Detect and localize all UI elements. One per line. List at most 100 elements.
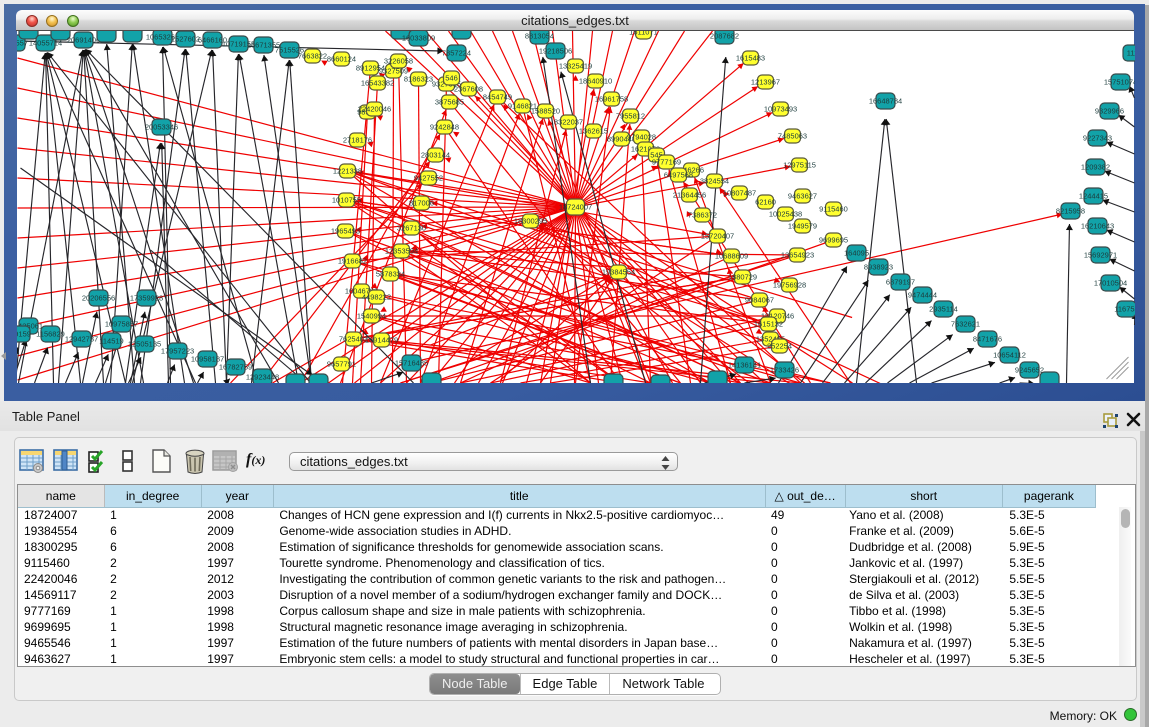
svg-text:3875685: 3875685 [435,98,464,107]
svg-text:9427552: 9427552 [414,174,443,183]
svg-text:18640910: 18640910 [579,77,612,86]
svg-text:9329966: 9329966 [1095,107,1124,116]
svg-text:10654112: 10654112 [993,351,1026,360]
svg-text:18724007: 18724007 [559,203,592,212]
svg-text:9657791: 9657791 [327,360,356,369]
svg-text:8813054: 8813054 [525,32,554,41]
svg-text:1362615: 1362615 [579,127,608,136]
svg-text:2718176: 2718176 [343,136,372,145]
svg-text:7386372: 7386372 [688,211,717,220]
svg-text:7955812: 7955812 [616,112,645,121]
svg-text:7857224: 7857224 [442,49,471,58]
svg-text:5878334: 5878334 [376,270,405,279]
svg-text:18300295: 18300295 [514,217,547,226]
svg-text:546: 546 [445,74,458,83]
svg-text:1010755: 1010755 [332,196,361,205]
svg-text:1209382: 1209382 [1081,163,1110,172]
svg-text:9474444: 9474444 [908,291,937,300]
svg-text:1588520: 1588520 [531,107,560,116]
svg-text:1221338: 1221338 [333,167,362,176]
svg-text:116753: 116753 [1114,305,1135,314]
svg-text:6497568: 6497568 [664,171,693,180]
svg-text:1611071: 1611071 [629,31,658,37]
svg-text:17957223: 17957223 [161,347,194,356]
svg-text:8322037: 8322037 [554,118,583,127]
svg-text:7485063: 7485063 [778,132,807,141]
svg-text:20206556: 20206556 [82,294,115,303]
svg-text:9227343: 9227343 [1083,134,1112,143]
svg-text:19218506: 19218506 [539,47,572,56]
svg-text:10975857: 10975857 [105,320,138,329]
svg-text:1527602: 1527602 [171,35,200,44]
svg-text:9242848: 9242848 [430,123,459,132]
svg-text:7625402: 7625402 [339,335,368,344]
svg-text:252254: 252254 [767,342,792,351]
svg-text:16210643: 16210643 [1081,222,1114,231]
svg-text:8215958: 8215958 [1056,207,1085,216]
svg-text:3267130: 3267130 [397,224,426,233]
svg-text:16782759: 16782759 [219,363,252,372]
svg-text:1244415: 1244415 [1079,192,1108,201]
svg-text:8186323: 8186323 [404,75,433,84]
svg-text:12353594: 12353594 [385,247,418,256]
svg-text:16648784: 16648784 [869,97,902,106]
svg-text:7632621: 7632621 [951,320,980,329]
svg-text:13654923: 13654923 [781,251,814,260]
svg-text:12505135: 12505135 [128,340,161,349]
svg-text:2087682: 2087682 [710,32,739,41]
svg-text:1965493: 1965493 [331,227,360,236]
svg-text:12975115: 12975115 [783,161,816,170]
svg-text:9084067: 9084067 [745,296,774,305]
svg-text:14136141: 14136141 [728,361,761,370]
svg-text:8471676: 8471676 [973,335,1002,344]
svg-text:3824554: 3824554 [700,177,729,186]
svg-text:16543382: 16543382 [361,79,394,88]
svg-text:1615132: 1615132 [754,320,783,329]
svg-text:39159: 39159 [17,330,31,339]
svg-text:21364456: 21364456 [673,191,706,200]
svg-text:1880729: 1880729 [728,273,757,282]
svg-text:9777169: 9777169 [652,158,681,167]
svg-text:1733426: 1733426 [770,366,799,375]
svg-text:6879197: 6879197 [886,278,915,287]
svg-text:17359928: 17359928 [130,294,163,303]
svg-text:19384554: 19384554 [602,268,635,277]
svg-text:15692971: 15692971 [1084,251,1117,260]
svg-text:19756928: 19756928 [773,281,806,290]
svg-text:8454749: 8454749 [483,93,512,102]
svg-text:111: 111 [1127,49,1135,58]
svg-text:62160: 62160 [755,198,776,207]
svg-text:3226058: 3226058 [384,57,413,66]
svg-text:7663822: 7663822 [298,52,327,61]
svg-text:15751074: 15751074 [1104,78,1135,87]
svg-text:15720407: 15720407 [701,232,734,241]
svg-text:10025438: 10025438 [769,210,802,219]
svg-text:12942737: 12942737 [65,335,98,344]
svg-text:1156829: 1156829 [36,330,65,339]
svg-text:114519: 114519 [99,337,123,346]
svg-text:9794028: 9794028 [627,133,656,142]
svg-text:20053346: 20053346 [145,123,178,132]
svg-text:13325419: 13325419 [559,62,592,71]
svg-text:12923448: 12923448 [246,373,279,382]
svg-text:10807487: 10807487 [723,189,756,198]
svg-text:9699695: 9699695 [819,236,848,245]
svg-text:2935114: 2935114 [929,305,958,314]
svg-text:10688609: 10688609 [715,252,748,261]
svg-text:9115460: 9115460 [819,205,848,214]
svg-text:2803144: 2803144 [421,151,450,160]
svg-text:140557: 140557 [17,39,28,48]
svg-text:4498222: 4498222 [362,293,391,302]
svg-text:16914479: 16914479 [365,336,398,345]
svg-text:1615483: 1615483 [736,54,765,63]
svg-text:817006: 817006 [409,199,434,208]
svg-text:1949579: 1949579 [788,222,817,231]
svg-text:1916682: 1916682 [338,257,367,266]
svg-text:8660124: 8660124 [327,55,356,64]
svg-text:17010504: 17010504 [1094,279,1127,288]
svg-text:16033809: 16033809 [402,34,435,43]
svg-text:15716485: 15716485 [395,359,428,368]
svg-text:22420046: 22420046 [358,105,391,114]
svg-text:1213967: 1213967 [751,78,780,87]
svg-text:8938923: 8938923 [864,263,893,272]
